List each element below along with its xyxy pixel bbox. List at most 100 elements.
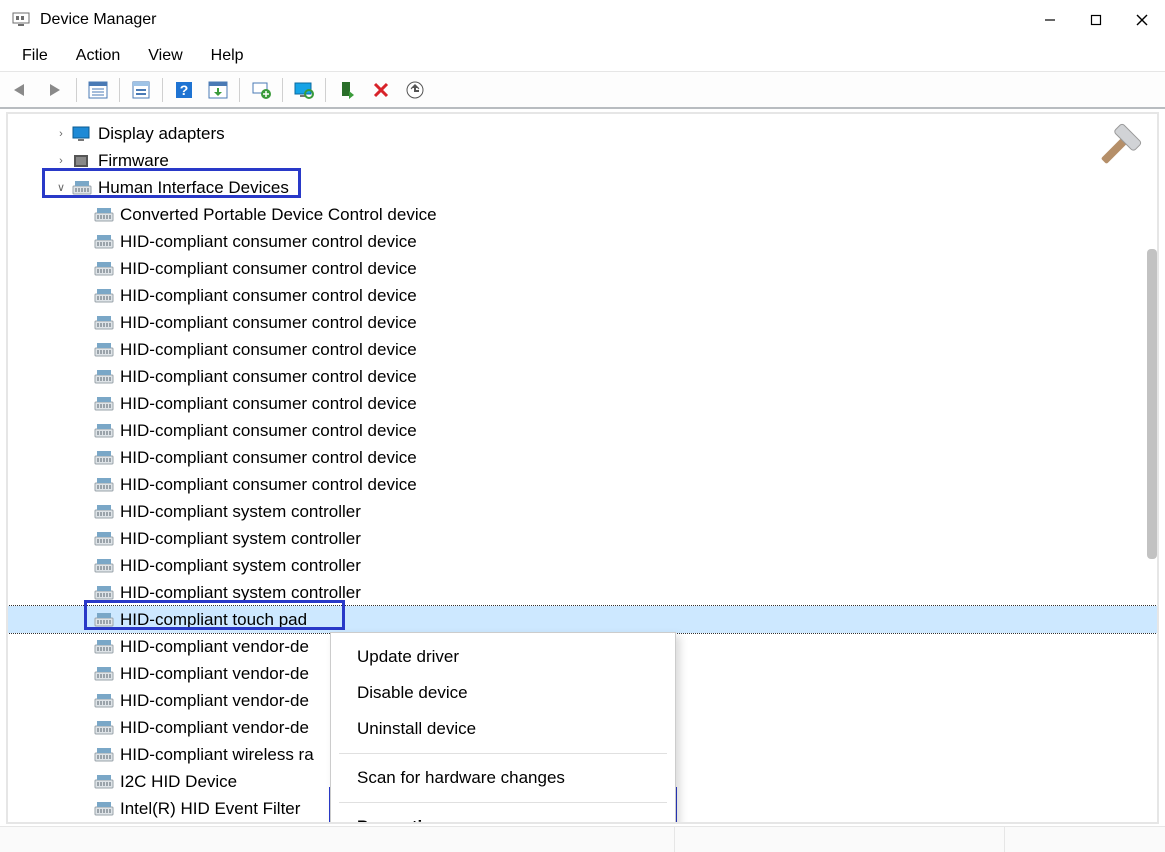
tree-item-label: HID-compliant wireless ra xyxy=(120,742,314,768)
device-icon xyxy=(94,342,114,358)
back-button[interactable] xyxy=(6,76,36,104)
device-icon xyxy=(94,450,114,466)
tree-item-label: HID-compliant touch pad xyxy=(120,607,307,633)
device-icon xyxy=(94,720,114,736)
device-category-icon xyxy=(72,180,92,196)
tree-item-label: Converted Portable Device Control device xyxy=(120,202,437,228)
help-button[interactable]: ? xyxy=(169,76,199,104)
tree-item[interactable]: HID-compliant consumer control device xyxy=(8,417,1157,444)
context-menu-item[interactable]: Scan for hardware changes xyxy=(331,760,675,796)
menu-help[interactable]: Help xyxy=(199,43,256,69)
install-legacy-button[interactable] xyxy=(246,76,276,104)
expander-icon[interactable]: › xyxy=(54,121,68,147)
expander-icon[interactable]: ∨ xyxy=(54,175,68,201)
toolbar-separator xyxy=(282,78,283,102)
device-icon xyxy=(94,585,114,601)
toolbar-separator xyxy=(239,78,240,102)
tree-item-label: HID-compliant consumer control device xyxy=(120,256,417,282)
tree-item[interactable]: HID-compliant system controller xyxy=(8,498,1157,525)
tree-item-label: Intel(R) HID Event Filter xyxy=(120,796,300,822)
maximize-button[interactable] xyxy=(1073,0,1119,40)
context-menu: Update driverDisable deviceUninstall dev… xyxy=(330,632,676,824)
tree-item[interactable]: Converted Portable Device Control device xyxy=(8,201,1157,228)
scan-monitor-button[interactable] xyxy=(289,76,319,104)
tree-item-label: HID-compliant consumer control device xyxy=(120,229,417,255)
tree-item-label: HID-compliant vendor-de xyxy=(120,715,309,741)
tree-item-label: I2C HID Device xyxy=(120,769,237,795)
menu-view[interactable]: View xyxy=(136,43,194,69)
app-icon xyxy=(12,11,30,29)
show-hidden-button[interactable] xyxy=(400,76,430,104)
tree-category[interactable]: › Display adapters xyxy=(8,120,1157,147)
tree-item[interactable]: HID-compliant consumer control device xyxy=(8,336,1157,363)
tree-item-label: HID-compliant system controller xyxy=(120,499,361,525)
menu-bar: File Action View Help xyxy=(0,40,1165,72)
tree-item-label: HID-compliant consumer control device xyxy=(120,310,417,336)
device-icon xyxy=(94,612,114,628)
device-icon xyxy=(94,639,114,655)
tree-category[interactable]: ∨ Human Interface Devices xyxy=(8,174,1157,201)
menu-action[interactable]: Action xyxy=(64,43,132,69)
delete-button[interactable] xyxy=(366,76,396,104)
tree-item[interactable]: HID-compliant touch pad xyxy=(8,606,1157,633)
tree-item-label: HID-compliant consumer control device xyxy=(120,391,417,417)
menu-file[interactable]: File xyxy=(10,43,60,69)
toolbar-separator xyxy=(325,78,326,102)
tree-item-label: HID-compliant system controller xyxy=(120,526,361,552)
context-menu-item[interactable]: Properties xyxy=(331,809,675,824)
tree-item-label: HID-compliant consumer control device xyxy=(120,337,417,363)
status-bar xyxy=(0,826,1165,852)
tree-item-label: HID-compliant consumer control device xyxy=(120,445,417,471)
close-button[interactable] xyxy=(1119,0,1165,40)
context-menu-separator xyxy=(339,753,667,754)
tree-item[interactable]: HID-compliant consumer control device xyxy=(8,228,1157,255)
minimize-button[interactable] xyxy=(1027,0,1073,40)
device-icon xyxy=(94,801,114,817)
device-tree-pane: › Display adapters › Firmware ∨ Human Interfa… xyxy=(6,112,1159,824)
device-icon xyxy=(94,747,114,763)
tree-item-label: Firmware xyxy=(98,148,169,174)
tree-item-label: HID-compliant system controller xyxy=(120,553,361,579)
tree-item[interactable]: HID-compliant consumer control device xyxy=(8,390,1157,417)
tree-item-label: Human Interface Devices xyxy=(98,175,289,201)
device-icon xyxy=(94,423,114,439)
tree-item-label: HID-compliant vendor-de xyxy=(120,634,309,660)
context-menu-item[interactable]: Disable device xyxy=(331,675,675,711)
context-menu-separator xyxy=(339,802,667,803)
device-icon xyxy=(94,558,114,574)
tree-category[interactable]: › Firmware xyxy=(8,147,1157,174)
tree-item[interactable]: HID-compliant consumer control device xyxy=(8,309,1157,336)
tree-item-label: HID-compliant system controller xyxy=(120,580,361,606)
enable-device-button[interactable] xyxy=(332,76,362,104)
tree-item[interactable]: HID-compliant consumer control device xyxy=(8,255,1157,282)
tree-item[interactable]: HID-compliant system controller xyxy=(8,552,1157,579)
update-driver-button[interactable] xyxy=(203,76,233,104)
tree-item[interactable]: HID-compliant system controller xyxy=(8,579,1157,606)
tree-item-label: Display adapters xyxy=(98,121,225,147)
device-icon xyxy=(94,234,114,250)
tree-item[interactable]: HID-compliant consumer control device xyxy=(8,444,1157,471)
device-icon xyxy=(94,477,114,493)
show-tree-button[interactable] xyxy=(83,76,113,104)
device-icon xyxy=(94,261,114,277)
expander-icon[interactable]: › xyxy=(54,148,68,174)
title-bar: Device Manager xyxy=(0,0,1165,40)
tree-item[interactable]: HID-compliant system controller xyxy=(8,525,1157,552)
device-icon xyxy=(94,396,114,412)
tree-item[interactable]: HID-compliant consumer control device xyxy=(8,363,1157,390)
properties-page-button[interactable] xyxy=(126,76,156,104)
device-icon xyxy=(94,315,114,331)
forward-button[interactable] xyxy=(40,76,70,104)
context-menu-item[interactable]: Update driver xyxy=(331,639,675,675)
tree-item-label: HID-compliant vendor-de xyxy=(120,661,309,687)
device-icon xyxy=(94,288,114,304)
toolbar-separator xyxy=(162,78,163,102)
context-menu-item[interactable]: Uninstall device xyxy=(331,711,675,747)
device-icon xyxy=(94,531,114,547)
tree-item[interactable]: HID-compliant consumer control device xyxy=(8,471,1157,498)
svg-text:?: ? xyxy=(180,82,189,98)
device-icon xyxy=(94,774,114,790)
tree-item[interactable]: HID-compliant consumer control device xyxy=(8,282,1157,309)
tree-item-label: HID-compliant consumer control device xyxy=(120,472,417,498)
toolbar-separator xyxy=(119,78,120,102)
